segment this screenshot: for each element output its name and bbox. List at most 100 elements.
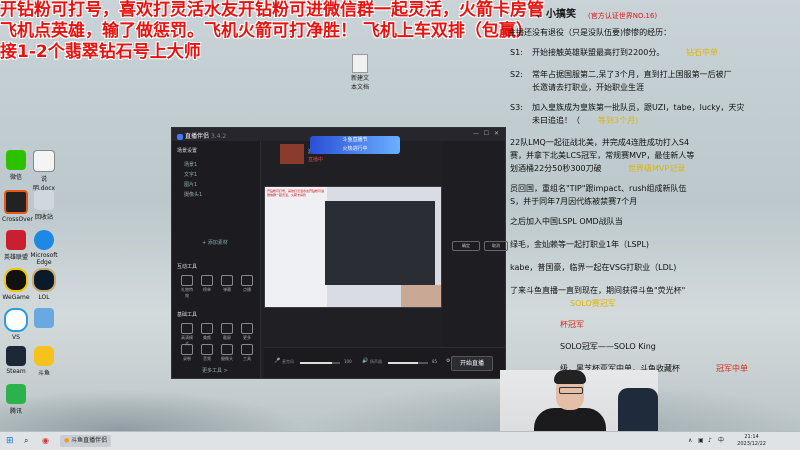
- season-text: 常年占据国服第二,呆了3个月，直到打上国服第一后被厂: [532, 70, 732, 79]
- maximize-icon[interactable]: ☐: [484, 130, 489, 137]
- settings-icon[interactable]: ⚙: [446, 358, 450, 364]
- streaming-app-window[interactable]: 直播伴侣 3.4.2 — ☐ ✕ 场景设置 场景1 文字1 图片1 摄像头1 +…: [171, 127, 508, 379]
- speaker-slider-fill: [388, 362, 418, 364]
- taskbar-app-label: 斗鱼直播伴侣: [71, 437, 108, 444]
- history-line: SOLO冠军——SOLO King: [560, 342, 656, 351]
- streamer-profile-notes: 、小搞笑 (官方认证世界NO.16) 主播还没有退役（只是没队伍要)惨惨的经历：…: [500, 0, 800, 380]
- mic-slider[interactable]: [300, 362, 340, 364]
- preview-webcam: [401, 285, 441, 307]
- mic-slider-fill: [300, 362, 332, 364]
- confirm-button[interactable]: 确定: [452, 241, 480, 251]
- microphone-icon[interactable]: 🎤: [274, 358, 280, 364]
- season-text: 未曰追追！（: [532, 116, 580, 125]
- tool-record[interactable]: 录制: [180, 344, 194, 362]
- desktop-icon-label: 斗鱼: [37, 370, 50, 377]
- scene-item[interactable]: 场景1: [184, 161, 197, 168]
- tool-screenshot[interactable]: 截屏: [220, 323, 234, 341]
- chat-icon: [221, 275, 233, 286]
- tool-beauty[interactable]: 美颜: [200, 323, 214, 341]
- scene-item[interactable]: 图片1: [184, 181, 197, 188]
- tool-camera[interactable]: 摄像头: [220, 344, 234, 362]
- tool-rank[interactable]: 榜单: [200, 275, 214, 293]
- desktop-icon-label: CrossOver: [2, 216, 33, 223]
- tool-danmu[interactable]: 弹幕: [220, 275, 234, 293]
- stream-thumbnail: [280, 144, 304, 164]
- promo-line-2: 火热进行中: [342, 146, 368, 152]
- tool-utility[interactable]: 工具: [240, 344, 254, 362]
- beauty-icon: [201, 323, 213, 334]
- history-highlight: 杯冠军: [560, 320, 584, 329]
- scene-item[interactable]: 摄像头1: [184, 191, 202, 198]
- profile-name: 、小搞笑: [536, 9, 576, 20]
- desktop-icon-edge[interactable]: Microsoft Edge: [30, 230, 58, 266]
- desktop-icon-lol[interactable]: 英雄联盟: [2, 230, 30, 261]
- tool-label: 礼物特效: [181, 287, 193, 298]
- desktop-icon-label: 微信: [9, 174, 22, 181]
- desktop-icon-recycle[interactable]: 回收站: [30, 190, 58, 221]
- tool-gift[interactable]: 礼物特效: [180, 275, 194, 299]
- edge-icon: [34, 230, 54, 250]
- desktop-icon-label: Microsoft Edge: [30, 252, 58, 266]
- more-tools-link[interactable]: 更多工具 >: [202, 367, 228, 374]
- tool-label: 美颜: [203, 335, 211, 340]
- vs-icon: [4, 308, 28, 332]
- desktop-icon-vs[interactable]: VS: [2, 308, 30, 341]
- screenshot-icon: [221, 323, 233, 334]
- desktop-icon-crossover[interactable]: CrossOver: [2, 190, 33, 223]
- crossover-icon: [4, 190, 28, 214]
- desktop-icon-tencent[interactable]: 腾讯: [2, 384, 30, 415]
- history-line: kabe，普国豪，临界一起在VSG打职业（LDL): [510, 263, 677, 272]
- desktop-icon-doc[interactable]: 说明.docx: [30, 150, 58, 192]
- close-icon[interactable]: ✕: [494, 130, 499, 137]
- desktop-icon-wechat[interactable]: 微信: [2, 150, 30, 181]
- tool-label: 工具: [243, 356, 251, 361]
- history-line: 赛，并拿下北美LCS冠军，常规赛MVP，最佳新人等: [510, 151, 695, 160]
- desktop-icon-wegame[interactable]: WeGame: [2, 268, 30, 301]
- desktop-icon-steam[interactable]: Steam: [2, 346, 30, 375]
- history-highlight: SOLO赛冠军: [570, 299, 616, 308]
- cancel-button[interactable]: 取消: [484, 241, 508, 251]
- tray-expand-icon[interactable]: ∧: [688, 435, 692, 447]
- promo-banner[interactable]: 斗鱼直播节 火热进行中: [310, 136, 400, 154]
- ime-icon[interactable]: 中: [718, 435, 724, 447]
- tool-more[interactable]: 更多: [240, 323, 254, 341]
- search-icon[interactable]: ⌕: [24, 435, 28, 447]
- speaker-slider[interactable]: [388, 362, 428, 364]
- add-source-button[interactable]: + 添加素材: [202, 239, 228, 246]
- season-text: 加入皇族成为皇族第一批队员，跟UZI，tabe，lucky，天灾: [532, 103, 745, 112]
- desktop-icon-label: 回收站: [34, 214, 53, 221]
- desktop-icon-folder[interactable]: [30, 308, 58, 330]
- tool-audio[interactable]: 音频: [200, 344, 214, 362]
- start-live-button[interactable]: 开始直播: [451, 356, 493, 371]
- stream-preview[interactable]: 开钻粉可打号，喜欢打灵活水友开钻粉可进微信群一起灵活，火箭卡房管: [264, 186, 442, 308]
- network-icon[interactable]: ▣: [698, 435, 704, 447]
- season-label: S3:: [510, 103, 523, 112]
- folder-icon: [34, 308, 54, 328]
- desktop-file-icon[interactable]: 新建文本文档: [350, 54, 370, 91]
- desktop-icon-lol-client[interactable]: LOL: [30, 268, 58, 301]
- tools-header: 互动工具: [177, 264, 198, 270]
- speaker-icon[interactable]: 🔊: [362, 358, 368, 364]
- hd-icon: [181, 323, 193, 334]
- history-line: 划酒桶22分50秒300刀破: [510, 164, 602, 173]
- tool-request[interactable]: 点播: [240, 275, 254, 293]
- preview-desktop: 开钻粉可打号，喜欢打灵活水友开钻粉可进微信群一起灵活，火箭卡房管: [265, 187, 327, 307]
- music-icon: [241, 275, 253, 286]
- wechat-icon: [6, 150, 26, 170]
- scene-item[interactable]: 文字1: [184, 171, 197, 178]
- desktop-icon-douyu[interactable]: 斗鱼: [30, 346, 58, 377]
- volume-icon[interactable]: ♪: [708, 435, 712, 447]
- camera-icon: [221, 344, 233, 355]
- taskbar-app-douyu[interactable]: ● 斗鱼直播伴侣: [60, 435, 112, 447]
- minimize-icon[interactable]: —: [473, 130, 479, 137]
- windows-start-icon[interactable]: ⊞: [6, 435, 14, 447]
- history-line: S，并于同年7月因代练被禁赛7个月: [510, 197, 638, 206]
- chrome-icon[interactable]: ◉: [42, 435, 49, 447]
- desktop-icon-label: VS: [12, 334, 20, 341]
- history-line: 绿毛，金灿赖等一起打职业1年（LSPL): [510, 240, 650, 249]
- system-clock[interactable]: 21:14 2023/12/22: [737, 434, 766, 448]
- history-line: 之后加入中国LSPL OMD战队当: [510, 217, 623, 226]
- speaker-volume: 85: [432, 359, 438, 364]
- profile-intro: 主播还没有退役（只是没队伍要)惨惨的经历：: [508, 28, 672, 37]
- history-highlight: 冠军中单: [716, 364, 748, 373]
